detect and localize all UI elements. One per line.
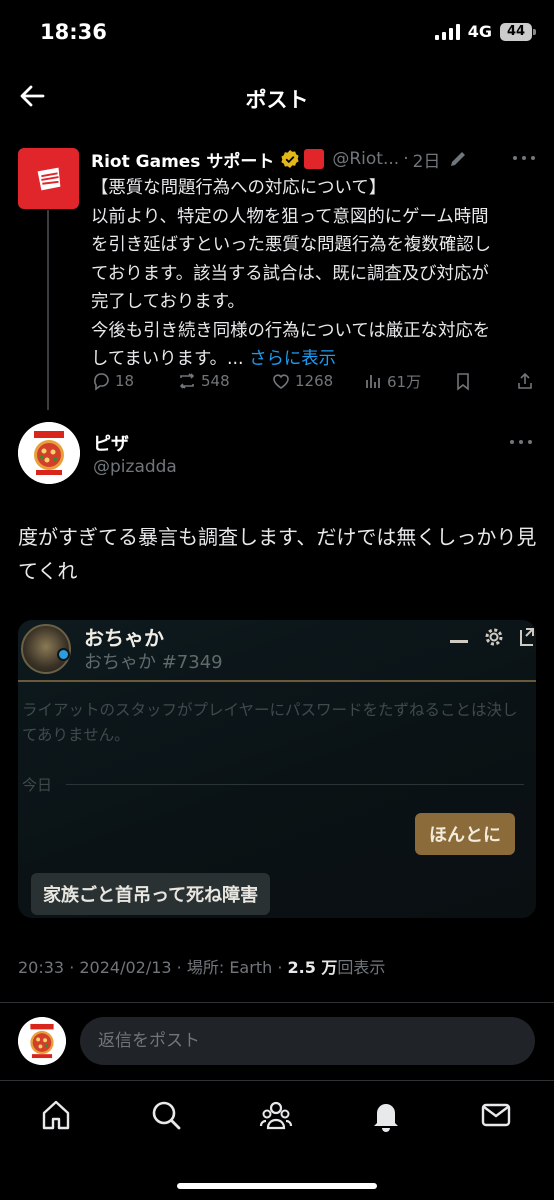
verified-badge-icon <box>281 150 299 168</box>
chat-divider <box>18 680 536 682</box>
riot-fist-logo <box>37 167 60 190</box>
reply-count: 18 <box>115 372 135 390</box>
bookmark-icon <box>457 373 469 391</box>
bookmark-action[interactable] <box>453 368 473 394</box>
post-author-name[interactable]: ピザ <box>93 430 129 456</box>
parent-line-1: 【悪質な問題行為への対応について】 <box>91 178 387 198</box>
like-icon <box>273 374 289 389</box>
bottom-tab-bar <box>0 1080 554 1200</box>
riot-affiliate-icon <box>304 149 325 169</box>
share-icon <box>518 372 532 389</box>
popout-icon <box>520 628 534 646</box>
messages-icon[interactable] <box>478 1097 514 1133</box>
parent-time[interactable]: 2日 <box>413 147 441 172</box>
views-count: 61万 <box>387 372 422 391</box>
chat-today-label: 今日 <box>22 776 53 794</box>
repost-action[interactable]: 548 <box>177 368 230 394</box>
chat-notice: ライアットのスタッフがプレイヤーにパスワードをたずねることは決してありません。 <box>22 701 518 744</box>
page-title: ポスト <box>245 88 309 112</box>
communities-icon[interactable] <box>258 1097 294 1133</box>
status-bar: 18:36 4G 44 <box>0 0 554 66</box>
parent-line-7-text: してまいります。... <box>91 349 250 369</box>
post-timestamp: 20:33 · 2024/02/13 · 場所: Earth · <box>18 958 288 977</box>
more-icon[interactable] <box>513 156 535 162</box>
online-status-icon <box>57 648 70 661</box>
parent-line-4: ております。該当する試合は、既に調査及び対応が <box>91 263 489 284</box>
repost-count: 548 <box>201 372 230 390</box>
repost-icon <box>179 373 195 389</box>
divider <box>0 1002 554 1003</box>
like-count: 1268 <box>295 372 334 390</box>
share-action[interactable] <box>515 368 535 394</box>
parent-post-text: 【悪質な問題行為への対応について】 以前より、特定の人物を狙って意図的にゲーム時… <box>91 174 541 374</box>
show-more-link[interactable]: さらに表示 <box>249 349 336 369</box>
network-type: 4G <box>467 22 492 41</box>
notifications-icon[interactable] <box>368 1097 404 1133</box>
home-indicator <box>177 1183 377 1189</box>
post-meta: 20:33 · 2024/02/13 · 場所: Earth · 2.5 万回表… <box>18 954 385 978</box>
chat-message-received: 家族ごと首吊って死ね障害 <box>31 873 271 915</box>
signal-icon <box>434 23 460 40</box>
parent-line-5: 完了しております。 <box>91 292 245 312</box>
parent-handle[interactable]: @Riot... <box>332 149 399 169</box>
thread-line <box>47 210 49 410</box>
post-view-count: 2.5 万 <box>287 958 338 977</box>
home-icon[interactable] <box>38 1097 74 1133</box>
post-more-icon[interactable] <box>510 440 532 446</box>
pizza-avatar[interactable] <box>18 422 80 484</box>
top-nav: ポスト <box>0 66 554 128</box>
parent-dot: · <box>403 149 409 169</box>
parent-actions: 18 548 1268 61万 <box>91 368 541 394</box>
chat-name: おちゃか <box>84 626 164 650</box>
post-view-label: 回表示 <box>337 958 386 977</box>
pizza-icon <box>18 422 80 484</box>
post-image[interactable]: おちゃか おちゃか #7349 ライアットのスタッフがプレイヤーにパスワードをた… <box>18 620 536 918</box>
like-action[interactable]: 1268 <box>271 368 333 394</box>
reply-avatar <box>18 1017 66 1065</box>
post-text: 度がすぎてる暴言も調査します、だけでは無くしっかり見てくれ <box>18 525 537 583</box>
battery-icon: 44 <box>500 22 536 41</box>
parent-line-2: 以前より、特定の人物を狙って意図的にゲーム時間 <box>91 206 489 227</box>
gear-icon <box>485 628 503 646</box>
search-icon[interactable] <box>148 1097 184 1133</box>
minimize-icon <box>450 640 468 643</box>
parent-post-header: Riot Games サポート @Riot... · 2日 <box>91 146 541 172</box>
chat-message-sent: ほんとに <box>415 813 515 855</box>
riot-avatar[interactable] <box>18 148 79 209</box>
views-action[interactable]: 61万 <box>363 368 421 394</box>
edit-icon <box>451 152 466 166</box>
reply-icon <box>94 373 109 391</box>
parent-author-name[interactable]: Riot Games サポート <box>91 147 274 172</box>
parent-line-6: 今後も引き続き同様の行為については厳正な対応を <box>91 320 491 341</box>
battery-level: 44 <box>506 24 526 39</box>
chat-tag: おちゃか #7349 <box>84 652 223 673</box>
views-icon <box>366 375 380 388</box>
status-right: 4G 44 <box>434 22 536 41</box>
reply-input[interactable] <box>80 1017 535 1065</box>
chat-today-line <box>66 784 524 785</box>
post-handle[interactable]: @pizadda <box>93 457 177 477</box>
parent-line-3: を引き延ばすといった悪質な問題行為を複数確認し <box>91 235 491 255</box>
status-time: 18:36 <box>40 20 107 44</box>
pizza-icon <box>18 1017 66 1065</box>
reply-action[interactable]: 18 <box>91 368 134 394</box>
